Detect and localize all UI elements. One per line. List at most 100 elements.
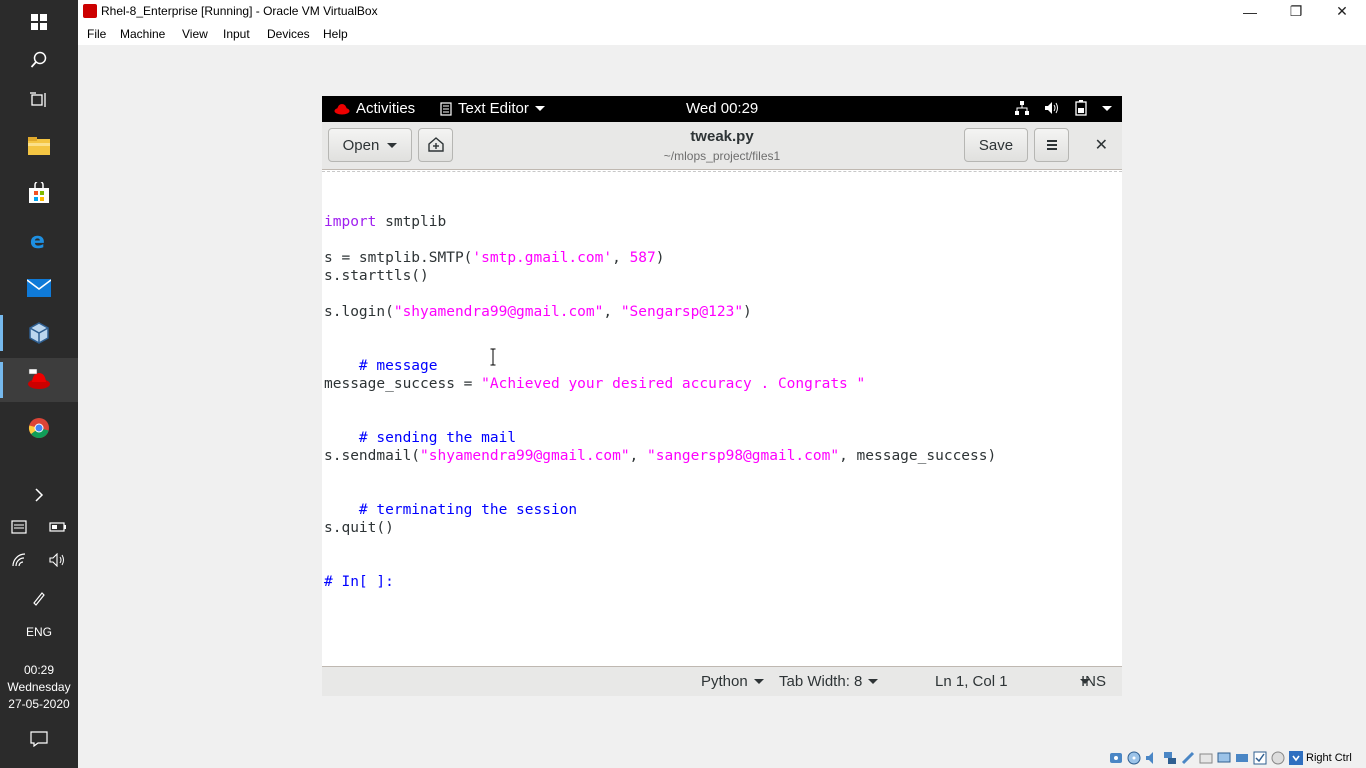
battery-icon[interactable] — [49, 521, 67, 533]
hamburger-menu-button[interactable] — [1034, 128, 1069, 162]
menu-file[interactable]: File — [87, 27, 106, 41]
close-window-button[interactable]: ✕ — [1319, 0, 1365, 23]
gnome-clock[interactable]: Wed 00:29 — [686, 100, 758, 117]
task-view-icon — [30, 92, 46, 107]
audio-icon[interactable] — [1144, 750, 1160, 766]
code-line: # message — [324, 358, 438, 376]
edge-button[interactable]: e — [0, 218, 78, 262]
code-number: 587 — [629, 250, 656, 266]
store-button[interactable] — [0, 171, 78, 215]
network-icon[interactable] — [1162, 750, 1178, 766]
mouse-integration-icon[interactable] — [1270, 750, 1286, 766]
menu-machine[interactable]: Machine — [120, 27, 165, 41]
restore-button[interactable]: ❐ — [1273, 0, 1319, 23]
keyboard-capture-icon[interactable] — [1288, 750, 1304, 766]
system-menu[interactable] — [1014, 100, 1112, 116]
app-menu-button[interactable]: Text Editor — [440, 100, 545, 117]
edge-browser-icon: e — [30, 229, 45, 251]
hard-disk-icon[interactable] — [1108, 750, 1124, 766]
keyboard-icon[interactable] — [11, 520, 27, 534]
mouse-ibeam-cursor-icon — [490, 348, 496, 366]
action-center-button[interactable] — [0, 717, 78, 761]
code-comment: # In[ ]: — [324, 574, 394, 590]
show-hidden-icons-button[interactable] — [0, 473, 78, 517]
hamburger-icon — [1046, 140, 1057, 150]
search-button[interactable] — [0, 38, 78, 82]
virtualbox-icon — [29, 322, 49, 344]
code-comment: # sending the mail — [324, 430, 517, 446]
clock-day[interactable]: Wednesday — [0, 680, 78, 694]
code-line: # terminating the session — [324, 502, 577, 520]
mail-button[interactable] — [0, 266, 78, 310]
host-key-label: Right Ctrl — [1306, 752, 1352, 764]
vm-app-icon — [83, 4, 97, 18]
tab-width-dropdown-icon — [868, 679, 879, 684]
tab-width-selector[interactable]: Tab Width: 8 — [779, 673, 879, 690]
code-line: s.quit() — [324, 520, 394, 538]
editor-headerbar: Open tweak.py ~/mlops_project/files1 Sav… — [322, 122, 1122, 170]
recording-icon[interactable] — [1234, 750, 1250, 766]
notification-icon — [30, 731, 48, 747]
clock-time[interactable]: 00:29 — [0, 663, 78, 677]
code-text: message_success = — [324, 376, 482, 392]
language-selector[interactable]: Python — [701, 673, 764, 690]
guest-display: Activities Text Editor Wed 00:29 Open tw… — [322, 96, 1122, 696]
tab-width-label: Tab Width: 8 — [779, 673, 863, 690]
code-text: s = smtplib.SMTP( — [324, 250, 473, 266]
code-string: "shyamendra99@gmail.com" — [393, 304, 604, 320]
wifi-icon[interactable] — [11, 553, 27, 567]
close-editor-button[interactable]: ✕ — [1095, 135, 1108, 155]
code-string: "shyamendra99@gmail.com" — [420, 448, 630, 464]
volume-icon — [1045, 102, 1058, 114]
vt-x-icon[interactable] — [1252, 750, 1268, 766]
activities-button[interactable]: Activities — [334, 100, 415, 117]
battery-icon — [1075, 100, 1087, 116]
vbox-menubar: File Machine View Input Devices Help — [78, 23, 1366, 45]
vbox-statusbar: Right Ctrl — [1108, 748, 1366, 768]
language-dropdown-icon — [753, 679, 764, 684]
cursor-position-selector[interactable]: Ln 1, Col 1 — [935, 673, 1090, 690]
pinned-indicator — [0, 315, 3, 351]
chrome-button[interactable] — [0, 406, 78, 450]
clock-date[interactable]: 27-05-2020 — [0, 697, 78, 711]
search-icon — [30, 51, 47, 68]
code-text: s.login( — [324, 304, 394, 320]
cursor-position-label: Ln 1, Col 1 — [935, 673, 1008, 690]
code-text: , — [612, 250, 630, 266]
shared-folder-icon[interactable] — [1198, 750, 1214, 766]
pen-workspace-button[interactable] — [0, 576, 78, 620]
display-icon[interactable] — [1216, 750, 1232, 766]
restore-icon: ❐ — [1289, 3, 1303, 19]
rhel-vm-button[interactable] — [0, 358, 78, 402]
menu-devices[interactable]: Devices — [267, 27, 310, 41]
code-text: , message_success) — [839, 448, 997, 464]
volume-icon[interactable] — [49, 553, 67, 567]
app-menu-caret-icon — [534, 106, 545, 111]
gnome-top-bar: Activities Text Editor Wed 00:29 — [322, 96, 1122, 122]
redhat-icon — [28, 369, 50, 389]
usb-icon[interactable] — [1180, 750, 1196, 766]
menu-view[interactable]: View — [182, 27, 208, 41]
window-titlebar: Rhel-8_Enterprise [Running] - Oracle VM … — [78, 0, 1366, 23]
code-editor[interactable]: import smtplib s = smtplib.SMTP('smtp.gm… — [322, 172, 1122, 666]
mail-icon — [27, 279, 51, 297]
menu-help[interactable]: Help — [323, 27, 348, 41]
svg-text:e: e — [30, 229, 45, 251]
chrome-icon — [28, 418, 49, 439]
input-language[interactable]: ENG — [0, 625, 78, 639]
code-line: import smtplib — [324, 214, 446, 232]
editor-statusbar: Python Tab Width: 8 Ln 1, Col 1 INS — [322, 666, 1122, 696]
virtualbox-button[interactable] — [0, 311, 78, 355]
code-text: s.starttls() — [324, 268, 429, 284]
save-button[interactable]: Save — [964, 128, 1028, 162]
task-view-button[interactable] — [0, 78, 78, 122]
app-menu-label: Text Editor — [458, 100, 529, 117]
menu-input[interactable]: Input — [223, 27, 250, 41]
code-line: # In[ ]: — [324, 574, 394, 592]
minimize-button[interactable]: — — [1227, 0, 1273, 23]
code-line: message_success = "Achieved your desired… — [324, 376, 865, 394]
save-button-label: Save — [978, 136, 1014, 154]
optical-drive-icon[interactable] — [1126, 750, 1142, 766]
file-explorer-button[interactable] — [0, 124, 78, 168]
code-comment: # message — [324, 358, 438, 374]
